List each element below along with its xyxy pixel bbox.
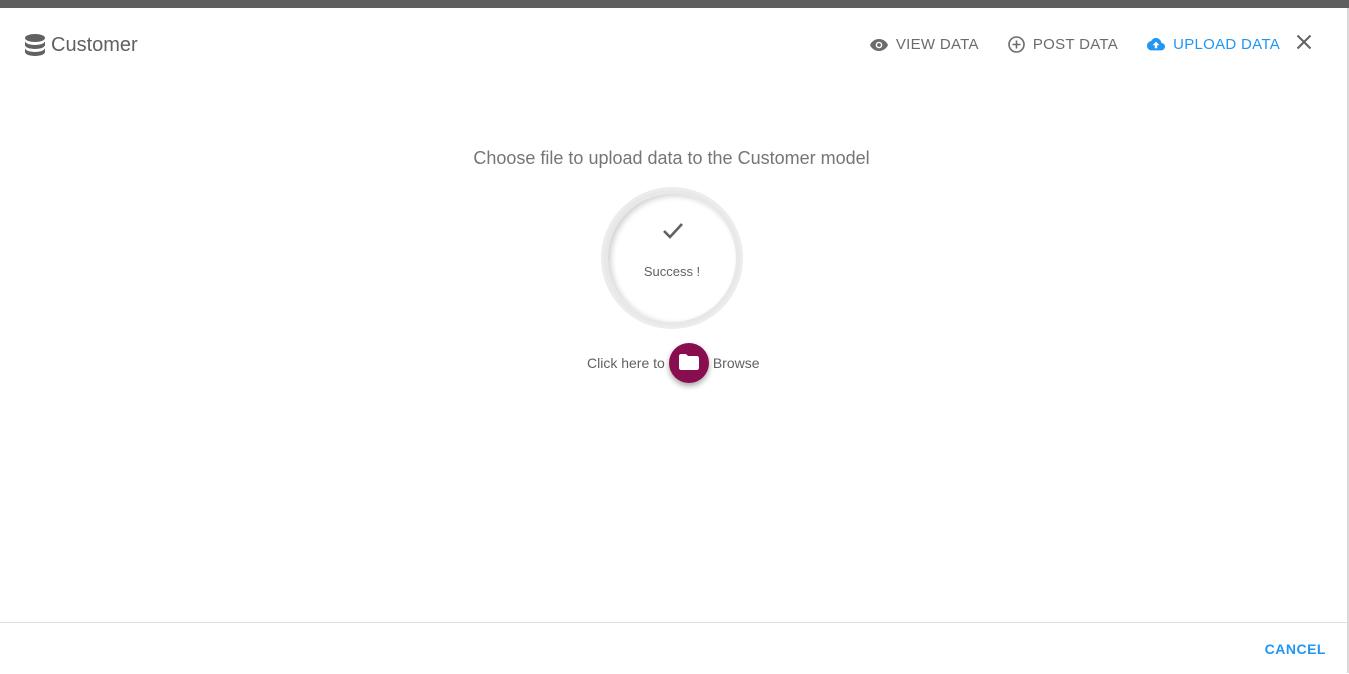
upload-status-text: Success ! — [643, 264, 701, 279]
upload-data-label: UPLOAD DATA — [1173, 36, 1280, 53]
dialog-title-group: Customer — [24, 32, 138, 58]
cancel-button[interactable]: CANCEL — [1265, 641, 1326, 657]
upload-status-circle: Success ! — [604, 190, 740, 326]
eye-icon — [869, 38, 896, 51]
cloud-upload-icon — [1147, 38, 1173, 51]
post-data-button[interactable]: POST DATA — [1008, 36, 1118, 53]
check-icon — [662, 222, 684, 245]
upload-data-button[interactable]: UPLOAD DATA — [1147, 36, 1280, 53]
browse-button[interactable] — [668, 343, 709, 383]
dialog-title: Customer — [51, 33, 138, 56]
upload-prompt: Choose file to upload data to the Custom… — [473, 148, 870, 168]
folder-icon — [678, 353, 699, 373]
dialog-nav: VIEW DATA POST DATA UPLOAD DATA — [869, 34, 1312, 55]
dialog-header: Customer VIEW DATA POST DATA UPLOAD DATA — [0, 8, 1347, 83]
upload-dialog: Customer VIEW DATA POST DATA UPLOAD DATA… — [0, 8, 1349, 673]
database-icon — [24, 33, 46, 57]
close-button[interactable] — [1296, 34, 1312, 55]
add-circle-icon — [1008, 36, 1033, 53]
dialog-footer: CANCEL — [0, 622, 1347, 674]
view-data-label: VIEW DATA — [895, 36, 979, 53]
browse-suffix-text: Browse — [712, 355, 760, 371]
post-data-label: POST DATA — [1032, 36, 1119, 53]
window-top-bar — [0, 0, 1349, 8]
browse-prefix-text: Click here to — [587, 355, 665, 371]
view-data-button[interactable]: VIEW DATA — [869, 36, 979, 53]
browse-row: Click here to Browse — [587, 343, 760, 383]
close-icon — [1296, 34, 1312, 55]
